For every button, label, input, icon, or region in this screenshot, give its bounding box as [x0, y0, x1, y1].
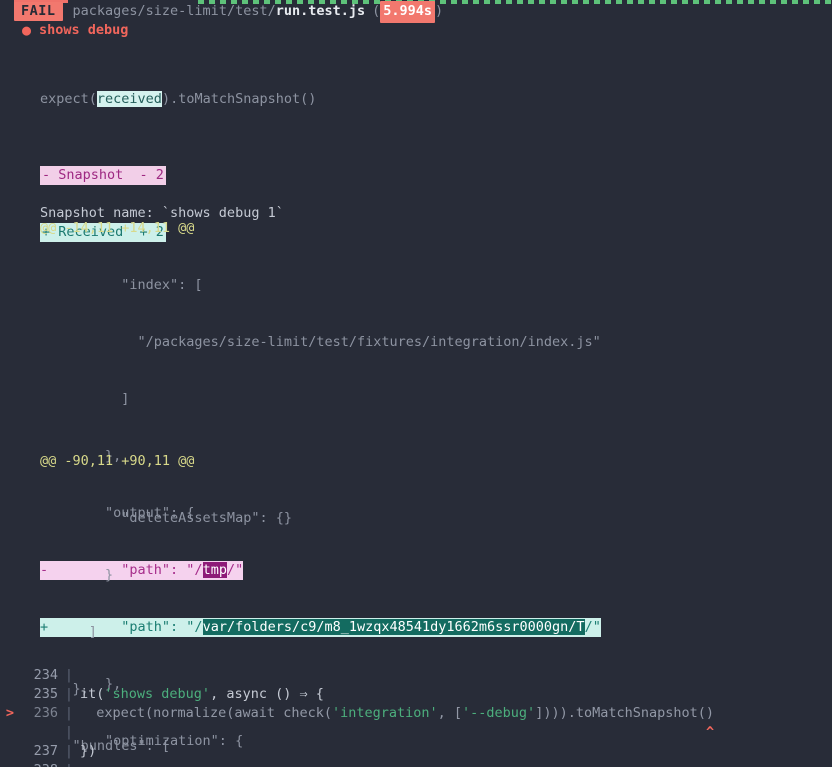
- context-line: }: [40, 567, 114, 583]
- hunk-header-2: @@ -90,11 +90,11 @@: [40, 453, 195, 469]
- code-frame-caret-row: | ^: [0, 723, 832, 742]
- code-text[interactable]: expect(normalize(await check('integratio…: [80, 704, 832, 723]
- test-file-header: FAIL packages/size-limit/test/ run.test.…: [14, 0, 444, 23]
- jest-test-output-terminal: FAIL packages/size-limit/test/ run.test.…: [0, 0, 832, 767]
- code-frame: 234 | 235 | it('shows debug', async () ⇒…: [0, 666, 832, 767]
- test-file-name[interactable]: run.test.js: [276, 2, 365, 21]
- caret-glyph: ^: [706, 724, 715, 740]
- expect-prefix: expect(: [40, 91, 97, 107]
- duration-badge: 5.994s: [380, 0, 436, 23]
- test-name-label: shows debug: [39, 22, 129, 38]
- gutter-divider: |: [64, 667, 74, 683]
- gutter-divider: |: [64, 686, 74, 702]
- line-number: 238: [14, 761, 58, 767]
- duration-paren-close: ): [435, 3, 444, 19]
- error-caret-marker: ^: [80, 723, 832, 742]
- line-number: 237: [33, 743, 58, 759]
- line-number: 236: [33, 705, 58, 721]
- line-number: 234: [33, 667, 58, 683]
- code-text[interactable]: it('shows debug', async () ⇒ {: [80, 685, 832, 704]
- code-frame-row: 235 | it('shows debug', async () ⇒ {: [0, 685, 832, 704]
- status-badge: FAIL: [14, 2, 63, 21]
- expect-suffix: ).toMatchSnapshot(): [161, 91, 317, 107]
- code-frame-row: 234 |: [0, 666, 832, 685]
- gutter-divider: |: [64, 724, 74, 740]
- line-number: 235: [33, 686, 58, 702]
- hunk-header-1: @@ -14,11 +14,11 @@: [40, 220, 195, 236]
- expect-line: expect(received).toMatchSnapshot(): [0, 90, 832, 109]
- context-line: ]: [40, 391, 130, 407]
- error-pointer-icon: >: [5, 705, 14, 721]
- code-text[interactable]: }): [80, 742, 832, 761]
- context-line: "deleteAssetsMap": {}: [40, 510, 292, 526]
- bullet-icon: ●: [22, 21, 32, 39]
- gutter-divider: |: [64, 743, 74, 759]
- gutter-divider: |: [64, 705, 74, 721]
- code-frame-row-error: > 236 | expect(normalize(await check('in…: [0, 704, 832, 723]
- context-line: "/packages/size-limit/test/fixtures/inte…: [40, 334, 601, 350]
- failed-test-title[interactable]: ● shows debug: [22, 21, 128, 40]
- context-line: "index": [: [40, 277, 203, 293]
- code-frame-row: 237 | }): [0, 742, 832, 761]
- context-line: ]: [40, 624, 97, 640]
- test-file-path[interactable]: packages/size-limit/test/: [73, 2, 276, 21]
- duration-paren-open: (: [372, 3, 381, 19]
- gutter-divider: |: [58, 761, 80, 767]
- code-frame-row: 238 |: [0, 761, 832, 767]
- received-token: received: [96, 91, 162, 107]
